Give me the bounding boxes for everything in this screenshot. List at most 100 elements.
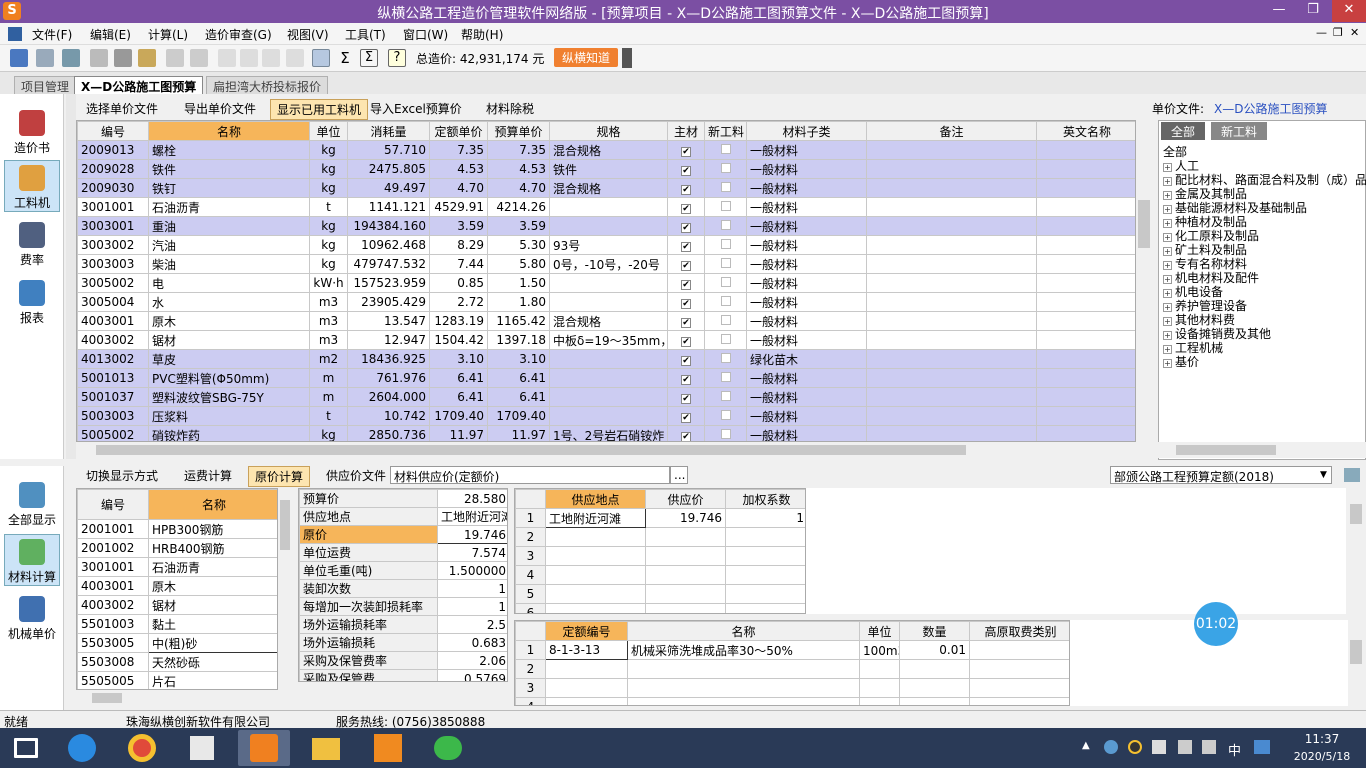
col-header[interactable]: 新工料 [704, 121, 747, 141]
menu-help[interactable]: 帮助(H) [461, 26, 503, 43]
cell-spec[interactable] [549, 368, 668, 388]
cell-qty[interactable]: 1141.121 [347, 197, 430, 217]
cell-qty[interactable]: 18436.925 [347, 349, 430, 369]
nav-material-machine[interactable]: 工料机 [4, 160, 60, 212]
sum-icon[interactable]: Σ [336, 49, 354, 67]
copy-icon[interactable] [90, 49, 108, 67]
cell-quota[interactable]: 6.41 [429, 387, 488, 407]
menu-edit[interactable]: 编辑(E) [90, 26, 131, 43]
tree-hscrollbar[interactable] [1158, 442, 1366, 458]
quota-cell[interactable]: 2 [515, 659, 546, 679]
table-row[interactable]: 3 [515, 546, 805, 566]
supply-cell[interactable] [645, 527, 726, 547]
arrow-left-icon[interactable] [218, 49, 236, 67]
quota-cell[interactable] [899, 678, 970, 698]
main-material-checkbox[interactable]: ✔ [667, 235, 705, 255]
expand-plus-icon[interactable]: + [1163, 359, 1172, 368]
cell-quota[interactable]: 2.72 [429, 292, 488, 312]
toolbar-dropdown-icon[interactable] [622, 48, 632, 68]
cell-name[interactable]: 汽油 [148, 235, 310, 255]
quota-cell[interactable] [545, 659, 628, 679]
menu-calc[interactable]: 计算(L) [148, 26, 188, 43]
quota-cell[interactable] [859, 678, 900, 698]
arrow-up-icon[interactable] [262, 49, 280, 67]
quota-cell[interactable]: 机械采筛洗堆成品率30～50% [627, 640, 860, 660]
col-header[interactable]: 消耗量 [347, 121, 430, 141]
cell-name[interactable]: 压浆料 [148, 406, 310, 426]
wechat-icon[interactable] [422, 730, 474, 766]
property-value[interactable]: 1 [437, 597, 507, 616]
supply-cell[interactable]: 19.746 [645, 508, 726, 528]
cell-unit[interactable]: t [309, 197, 348, 217]
table-row[interactable]: 3003001 重油 kg 194384.160 3.59 3.59 ✔ 一般材料 [77, 216, 1135, 236]
cell-code[interactable]: 2009030 [77, 178, 149, 198]
table-row[interactable]: 5501003 黏土 [77, 614, 277, 634]
table-row[interactable]: 3003003 柴油 kg 479747.532 7.44 5.80 0号，-10号，-20… [77, 254, 1135, 274]
cell-remark[interactable] [866, 292, 1037, 312]
cell-name[interactable]: 硝铵炸药 [148, 425, 310, 441]
cell-qty[interactable]: 10.742 [347, 406, 430, 426]
table-row[interactable]: 3005002 电 kW·h 157523.959 0.85 1.50 ✔ 一般材料 [77, 273, 1135, 293]
select-unit-file-button[interactable]: 选择单价文件 [80, 99, 164, 118]
property-row[interactable]: 单位运费 7.574 [299, 543, 507, 562]
cell-code[interactable]: 3001001 [77, 557, 149, 577]
tray-device-icon[interactable] [1152, 740, 1166, 754]
quota-cell[interactable]: 4 [515, 697, 546, 705]
insert-icon[interactable] [166, 49, 184, 67]
supply-cell[interactable] [545, 546, 646, 566]
table-row[interactable]: 2001001 HPB300钢筋 [77, 519, 277, 539]
cell-remark[interactable] [866, 349, 1037, 369]
cell-name[interactable]: 螺栓 [148, 140, 310, 160]
cell-unit[interactable]: kg [309, 425, 348, 441]
cell-code[interactable]: 2001002 [77, 538, 149, 558]
quota-cell[interactable] [899, 697, 970, 705]
quota-cell[interactable] [859, 697, 900, 705]
cell-subcategory[interactable]: 一般材料 [746, 216, 867, 236]
quota-cell[interactable]: 8-1-3-13 [545, 640, 628, 660]
nav-cost-book[interactable]: 造价书 [4, 106, 60, 158]
new-material-checkbox[interactable] [704, 197, 747, 217]
main-material-checkbox[interactable]: ✔ [667, 178, 705, 198]
cell-english-name[interactable] [1036, 235, 1135, 255]
cell-remark[interactable] [866, 197, 1037, 217]
cell-remark[interactable] [866, 216, 1037, 236]
table-row[interactable]: 6 [515, 603, 805, 613]
cell-budget[interactable]: 1709.40 [487, 406, 550, 426]
table-row[interactable]: 4003002 锯材 [77, 595, 277, 615]
new-material-checkbox[interactable] [704, 406, 747, 426]
cell-spec[interactable] [549, 349, 668, 369]
quota-library-select[interactable]: 部颁公路工程预算定额(2018) [1110, 466, 1332, 484]
cell-unit[interactable]: m [309, 368, 348, 388]
property-value[interactable]: 1.500000 [437, 561, 507, 580]
show-used-materials-button[interactable]: 显示已用工料机 [270, 99, 369, 120]
cell-quota[interactable]: 0.85 [429, 273, 488, 293]
cell-code[interactable]: 5003003 [77, 406, 149, 426]
cell-subcategory[interactable]: 一般材料 [746, 330, 867, 350]
cell-spec[interactable]: 0号，-10号，-20号 [549, 254, 668, 274]
cell-budget[interactable]: 6.41 [487, 368, 550, 388]
cell-budget[interactable]: 1.50 [487, 273, 550, 293]
main-material-checkbox[interactable]: ✔ [667, 254, 705, 274]
table-row[interactable]: 5503008 天然砂砾 [77, 652, 277, 672]
mdi-close-icon[interactable]: ✕ [1350, 26, 1359, 39]
supply-cell[interactable] [645, 603, 726, 613]
supply-cell[interactable]: 1 [515, 508, 546, 528]
calc-vscrollbar[interactable] [278, 488, 292, 690]
cell-unit[interactable]: m3 [309, 311, 348, 331]
quota-cell[interactable] [545, 678, 628, 698]
cell-remark[interactable] [866, 140, 1037, 160]
cell-remark[interactable] [866, 235, 1037, 255]
property-row[interactable]: 采购及保管费率 2.06 [299, 651, 507, 670]
supply-browse-button[interactable]: ... [670, 466, 688, 484]
property-row[interactable]: 单位毛重(吨) 1.500000 [299, 561, 507, 580]
cell-unit[interactable]: m3 [309, 330, 348, 350]
new-material-checkbox[interactable] [704, 387, 747, 407]
sum-all-icon[interactable]: Σ [360, 49, 378, 67]
cell-name[interactable]: 水 [148, 292, 310, 312]
doc-icon[interactable] [8, 27, 22, 41]
main-material-checkbox[interactable]: ✔ [667, 273, 705, 293]
tray-up-icon[interactable]: ▲ [1082, 740, 1090, 751]
table-row[interactable]: 4003002 锯材 m3 12.947 1504.42 1397.18 中板δ=19～35… [77, 330, 1135, 350]
cell-remark[interactable] [866, 178, 1037, 198]
new-material-checkbox[interactable] [704, 216, 747, 236]
